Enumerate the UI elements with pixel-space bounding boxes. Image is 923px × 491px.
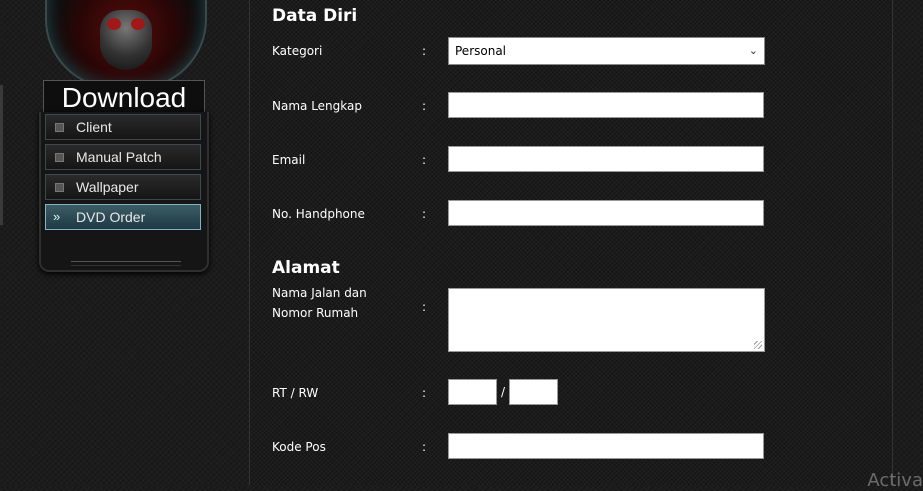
colon: : [422,440,427,454]
activation-watermark: Activa [867,470,923,491]
square-bullet-icon [55,123,64,132]
nama-jalan-label-line1: Nama Jalan dan [272,286,367,300]
sidebar-item-wallpaper[interactable]: Wallpaper [45,174,201,200]
kategori-selected-value: Personal [455,44,507,58]
colon: : [422,153,427,167]
handphone-label: No. Handphone [272,207,365,221]
sidebar-title: Download [43,80,205,116]
order-form: Data Diri Kategori : Personal ⌄ Nama Len… [249,0,893,485]
handphone-input[interactable] [448,200,764,226]
sidebar: Download Client Manual Patch Wallpaper »… [0,0,250,485]
colon: : [422,44,427,58]
resize-grip-icon[interactable] [754,341,762,349]
colon: : [422,207,427,221]
kode-pos-label: Kode Pos [272,440,326,454]
double-chevron-right-icon: » [53,209,61,224]
kategori-select[interactable]: Personal ⌄ [448,37,765,65]
rt-input[interactable] [448,379,497,405]
sidebar-item-manual-patch[interactable]: Manual Patch [45,144,201,170]
gas-mask-icon [100,9,152,70]
sidebar-item-label: DVD Order [76,209,146,225]
rtrw-separator: / [501,385,506,399]
rtrw-label: RT / RW [272,386,319,400]
sidebar-edge-decoration [0,85,3,225]
rw-input[interactable] [509,379,558,405]
nama-lengkap-input[interactable] [448,92,764,118]
section-title-alamat: Alamat [272,258,340,278]
sidebar-item-label: Wallpaper [76,179,139,195]
gas-mask-emblem [45,0,207,89]
colon: : [422,386,427,400]
colon: : [422,99,427,113]
kategori-label: Kategori [272,44,323,58]
nama-lengkap-label: Nama Lengkap [272,99,362,113]
sidebar-item-label: Client [76,119,112,135]
sidebar-item-label: Manual Patch [76,149,162,165]
sidebar-item-client[interactable]: Client [45,114,201,140]
section-title-data-diri: Data Diri [272,6,358,26]
colon: : [422,300,427,314]
sidebar-item-dvd-order[interactable]: » DVD Order [45,204,201,230]
chevron-down-icon: ⌄ [748,44,758,57]
menu-footer-decoration [71,261,181,266]
nama-jalan-textarea[interactable] [448,288,765,352]
square-bullet-icon [55,183,64,192]
email-label: Email [272,153,306,167]
square-bullet-icon [55,153,64,162]
nama-jalan-label-line2: Nomor Rumah [272,306,359,320]
download-menu: Client Manual Patch Wallpaper » DVD Orde… [39,112,209,272]
kode-pos-input[interactable] [448,433,764,459]
email-input[interactable] [448,146,764,172]
